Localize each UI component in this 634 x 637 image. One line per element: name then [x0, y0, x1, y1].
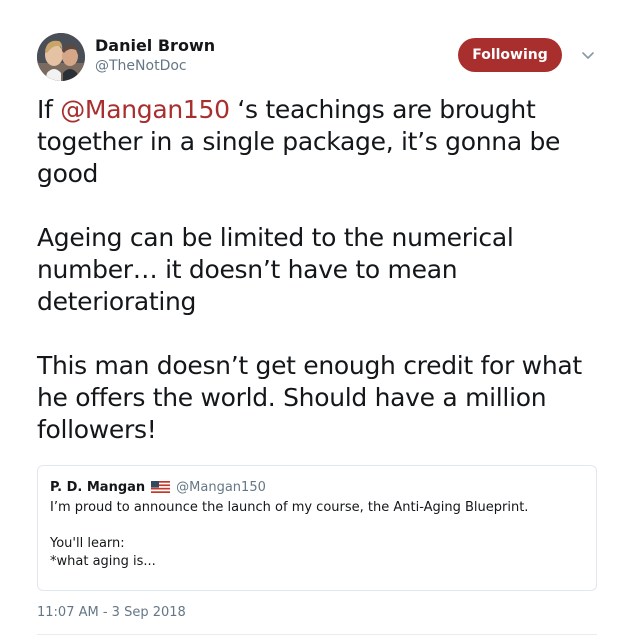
avatar-photo-icon	[37, 33, 85, 81]
tweet-timestamp[interactable]: 11:07 AM - 3 Sep 2018	[37, 605, 186, 620]
tweet-paragraph-3: This man doesn’t get enough credit for w…	[37, 351, 582, 444]
quoted-tweet-header: P. D. Mangan @Mangan150	[50, 478, 584, 496]
quoted-tweet-card[interactable]: P. D. Mangan @Mangan150 I’m proud to ann…	[37, 465, 597, 591]
tweet-card: Daniel Brown @TheNotDoc Following If @Ma…	[0, 0, 634, 637]
us-flag-icon	[151, 481, 171, 493]
divider	[37, 634, 597, 635]
tweet-paragraph-2: Ageing can be limited to the numerical n…	[37, 223, 514, 316]
quoted-line-1: I’m proud to announce the launch of my c…	[50, 500, 529, 515]
tweet-paragraph-1: If @Mangan150 ‘s teachings are brought t…	[37, 94, 607, 190]
quoted-line-3: *what aging is...	[50, 554, 156, 569]
chevron-down-icon[interactable]	[580, 47, 596, 63]
quoted-tweet-text: I’m proud to announce the launch of my c…	[50, 499, 584, 571]
quoted-line-2: You'll learn:	[50, 536, 125, 551]
mention-link[interactable]: @Mangan150	[60, 95, 230, 124]
tweet-text: If @Mangan150 ‘s teachings are brought t…	[37, 94, 607, 446]
following-button[interactable]: Following	[458, 38, 562, 72]
tweet-text-prefix: If	[37, 95, 61, 124]
quoted-author-handle: @Mangan150	[176, 479, 266, 495]
quoted-author-name: P. D. Mangan	[50, 479, 146, 495]
author-avatar[interactable]	[37, 33, 85, 81]
author-handle[interactable]: @TheNotDoc	[95, 58, 187, 74]
author-name[interactable]: Daniel Brown	[95, 36, 215, 55]
